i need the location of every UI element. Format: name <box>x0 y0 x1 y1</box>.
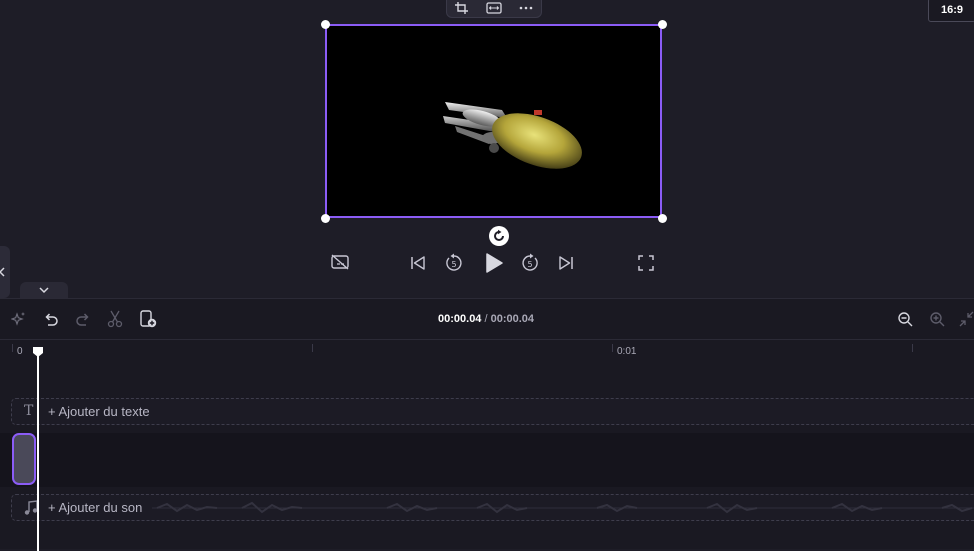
timeline-toolbar: 00:00.04 / 00:00.04 <box>0 299 974 340</box>
total-time: 00:00.04 <box>490 313 535 325</box>
aspect-ratio-button[interactable]: 16:9 <box>928 0 974 22</box>
current-time: 00:00.04 <box>438 313 482 325</box>
timeline-panel: 00:00.04 / 00:00.04 0 0:01 T + Ajouter d… <box>0 298 974 551</box>
svg-text:5: 5 <box>451 260 456 269</box>
magic-icon[interactable] <box>11 311 27 327</box>
chevron-down-icon <box>39 286 49 293</box>
more-icon[interactable] <box>519 2 533 14</box>
fit-icon[interactable] <box>486 2 502 14</box>
resize-handle-bottom-right[interactable] <box>658 214 667 223</box>
ruler-label-start: 0 <box>17 346 23 357</box>
resize-handle-top-left[interactable] <box>321 20 330 29</box>
preview-floating-toolbar <box>446 0 542 18</box>
skip-forward-icon[interactable] <box>558 255 574 271</box>
time-separator: / <box>481 313 491 325</box>
scissors-icon[interactable] <box>107 310 123 328</box>
ruler-label-mark: 0:01 <box>617 346 637 357</box>
rotate-button[interactable] <box>489 226 509 246</box>
text-icon: T <box>24 403 34 419</box>
chevron-left-icon <box>0 267 5 277</box>
forward-5-icon[interactable]: 5 <box>520 253 540 273</box>
playhead-handle[interactable] <box>32 346 44 358</box>
undo-icon[interactable] <box>43 311 59 327</box>
video-clip[interactable] <box>12 433 36 485</box>
ruler-tick <box>12 344 13 352</box>
timecode-display: 00:00.04 / 00:00.04 <box>438 313 534 325</box>
ruler-tick <box>612 344 613 352</box>
rotate-icon <box>494 229 504 241</box>
playhead-line[interactable] <box>37 351 39 551</box>
add-media-icon[interactable] <box>139 310 157 328</box>
fit-timeline-icon[interactable] <box>959 311 974 327</box>
video-track[interactable] <box>0 433 974 487</box>
spaceship-image <box>443 102 582 169</box>
resize-handle-bottom-left[interactable] <box>321 214 330 223</box>
music-note-icon <box>24 500 38 516</box>
play-icon[interactable] <box>484 252 504 274</box>
audio-waveform <box>152 501 974 514</box>
collapse-timeline-button[interactable] <box>20 282 68 298</box>
add-text-label[interactable]: + Ajouter du texte <box>48 404 150 419</box>
audio-track[interactable]: + Ajouter du son <box>11 494 974 521</box>
ruler-tick <box>912 344 913 352</box>
crop-icon[interactable] <box>455 2 469 14</box>
skip-back-icon[interactable] <box>410 255 426 271</box>
svg-text:5: 5 <box>527 260 532 269</box>
redo-icon[interactable] <box>75 311 91 327</box>
rewind-5-icon[interactable]: 5 <box>444 253 464 273</box>
text-track[interactable]: T + Ajouter du texte <box>11 398 974 425</box>
zoom-out-icon[interactable] <box>897 311 913 327</box>
ruler-tick <box>312 344 313 352</box>
resize-handle-top-right[interactable] <box>658 20 667 29</box>
left-panel-toggle[interactable] <box>0 246 10 298</box>
captions-off-icon[interactable] <box>331 254 349 270</box>
add-audio-label[interactable]: + Ajouter du son <box>48 500 142 515</box>
video-preview[interactable] <box>325 24 662 218</box>
fullscreen-icon[interactable] <box>638 255 654 271</box>
zoom-in-icon[interactable] <box>929 311 945 327</box>
